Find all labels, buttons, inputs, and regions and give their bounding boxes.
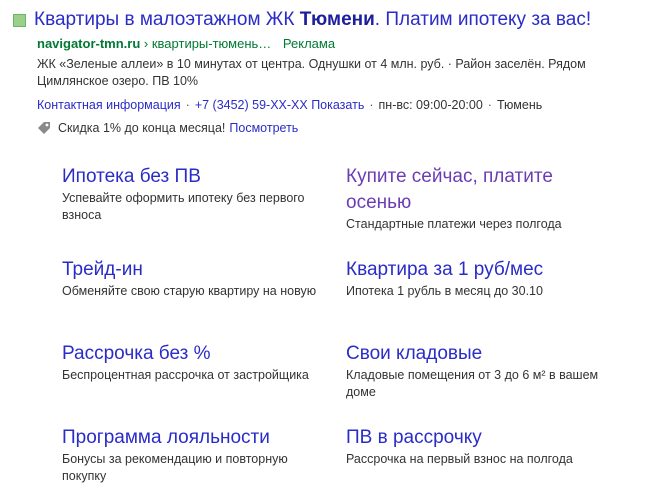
ad-url-row: navigator-tmn.ru › квартиры-тюмень… Рекл… — [37, 36, 335, 51]
sitelink-description: Обменяйте свою старую квартиру на новую — [62, 284, 317, 298]
sitelink-description: Рассрочка на первый взнос на полгода — [346, 452, 573, 466]
ad-title-row[interactable]: Квартиры в малоэтажном ЖК Тюмени. Платим… — [13, 9, 591, 31]
sitelink[interactable]: Квартира за 1 руб/мес Ипотека 1 рубль в … — [346, 257, 616, 300]
ad-description: ЖК «Зеленые аллеи» в 10 минутах от центр… — [37, 57, 586, 88]
separator-dot: · — [369, 98, 374, 112]
sitelink[interactable]: Купите сейчас, платите осенью Стандартны… — [346, 164, 616, 233]
promo-text: Скидка 1% до конца месяца! — [58, 121, 226, 135]
ad-domain-link[interactable]: navigator-tmn.ru — [37, 36, 140, 51]
sitelink[interactable]: Программа лояльности Бонусы за рекоменда… — [62, 425, 332, 485]
sitelink-title[interactable]: Трейд-ин — [62, 257, 332, 283]
ad-title-suffix: . Платим ипотеку за вас! — [374, 9, 592, 30]
promo-view-link[interactable]: Посмотреть — [229, 121, 298, 135]
sitelink-description: Кладовые помещения от 3 до 6 м² в вашем … — [346, 368, 599, 399]
sitelink[interactable]: Свои кладовые Кладовые помещения от 3 до… — [346, 341, 616, 401]
promo-row: Скидка 1% до конца месяца! Посмотреть — [37, 121, 298, 135]
sitelink-title[interactable]: Квартира за 1 руб/мес — [346, 257, 616, 283]
sitelink-title[interactable]: Ипотека без ПВ — [62, 164, 332, 190]
sitelink-description: Стандартные платежи через полгода — [346, 217, 562, 231]
price-tag-icon — [38, 122, 50, 134]
sitelink-title[interactable]: Купите сейчас, платите осенью — [346, 164, 616, 216]
city-label: Тюмень — [496, 98, 543, 112]
sitelink-description: Успевайте оформить ипотеку без первого в… — [62, 191, 305, 222]
ad-title-bold: Тюмени — [299, 9, 375, 30]
separator-dot: · — [487, 98, 492, 112]
sitelink[interactable]: Трейд-ин Обменяйте свою старую квартиру … — [62, 257, 332, 300]
sitelink-description: Беспроцентная рассрочка от застройщика — [62, 368, 309, 382]
ad-title-prefix: Квартиры в малоэтажном ЖК — [34, 9, 300, 30]
ad-path-link[interactable]: › квартиры-тюмень… — [144, 36, 271, 51]
ad-label: Реклама — [282, 36, 336, 51]
contact-info-link[interactable]: Контактная информация — [37, 98, 181, 112]
sitelink[interactable]: Рассрочка без % Беспроцентная рассрочка … — [62, 341, 332, 384]
separator-dot: · — [185, 98, 190, 112]
working-hours: пн-вс: 09:00-20:00 — [378, 98, 483, 112]
sitelink[interactable]: Ипотека без ПВ Успевайте оформить ипотек… — [62, 164, 332, 224]
search-ad: Квартиры в малоэтажном ЖК Тюмени. Платим… — [0, 0, 646, 503]
sitelink-title[interactable]: Рассрочка без % — [62, 341, 332, 367]
site-favicon-icon — [13, 13, 26, 27]
sitelink[interactable]: ПВ в рассрочку Рассрочка на первый взнос… — [346, 425, 616, 468]
sitelink-description: Бонусы за рекомендацию и повторную покуп… — [62, 452, 288, 483]
sitelink-title[interactable]: ПВ в рассрочку — [346, 425, 616, 451]
sitelink-title[interactable]: Программа лояльности — [62, 425, 332, 451]
contact-row: Контактная информация · +7 (3452) 59-XX-XX… — [37, 98, 542, 112]
sitelink-description: Ипотека 1 рубль в месяц до 30.10 — [346, 284, 543, 298]
sitelink-title[interactable]: Свои кладовые — [346, 341, 616, 367]
ad-title-link[interactable]: Квартиры в малоэтажном ЖК Тюмени. Платим… — [34, 9, 591, 31]
phone-show-link[interactable]: +7 (3452) 59-XX-XX Показать — [195, 98, 365, 112]
